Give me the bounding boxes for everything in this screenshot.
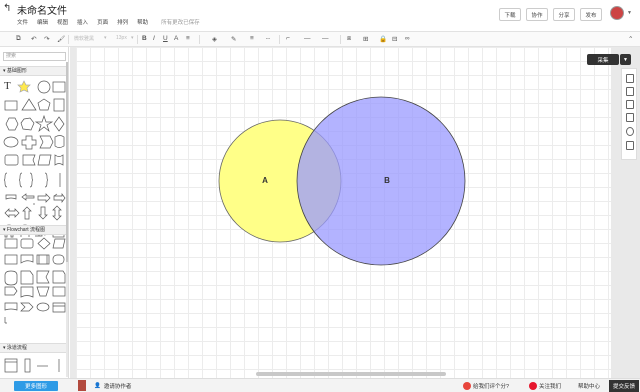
section-flowchart-title: Flowchart 流程图 <box>6 227 45 233</box>
lock-icon[interactable]: 🔒 <box>379 35 387 43</box>
align-icon[interactable]: ≡ <box>186 35 190 42</box>
bold-icon[interactable]: B <box>142 35 147 42</box>
section-flowchart-header[interactable]: ▾ Flowchart 流程图 <box>0 225 68 235</box>
swimlane-shapes-palette[interactable] <box>2 357 66 375</box>
menu-insert[interactable]: 插入 <box>77 18 88 26</box>
image-icon[interactable] <box>626 87 634 96</box>
download-button[interactable]: 下载 <box>499 8 521 21</box>
circle-b[interactable] <box>296 96 466 266</box>
font-family-select[interactable]: 微软雅黑 <box>74 35 94 42</box>
section-basic-title: 基础图形 <box>6 68 27 74</box>
line-end-icon[interactable]: — <box>322 35 329 42</box>
italic-icon[interactable]: I <box>153 35 155 42</box>
arrange-icon[interactable]: ⊞ <box>363 35 368 43</box>
sidebar-scrollbar[interactable] <box>66 62 68 377</box>
rate-link[interactable]: 给我们评个分? <box>463 382 509 390</box>
avatar[interactable] <box>610 6 624 20</box>
connector-style-icon[interactable]: ⌐ <box>286 35 290 42</box>
chrome-icon <box>463 382 471 390</box>
menu-arrange[interactable]: 排列 <box>117 18 128 26</box>
publish-button[interactable]: 发布 <box>580 8 602 21</box>
collaborate-button[interactable]: 协作 <box>526 8 548 21</box>
header: ↰ 未命名文件 文件 编辑 视图 插入 页面 排列 帮助 所有更改已保存 下载 … <box>0 0 640 30</box>
sidebar-scroll-thumb[interactable] <box>66 62 68 262</box>
drawing-page[interactable]: A B <box>76 47 611 378</box>
collect-button[interactable]: 采集 <box>587 54 619 65</box>
canvas-area[interactable]: A B <box>70 47 640 378</box>
format-painter-icon[interactable]: 🖌 <box>57 35 65 43</box>
format-panel-icon[interactable]: ⧉ <box>16 35 21 43</box>
chevron-down-icon[interactable]: ▼ <box>620 54 631 65</box>
flowchart-shapes-palette[interactable] <box>2 237 66 329</box>
menu-edit[interactable]: 编辑 <box>37 18 48 26</box>
more-shapes-button[interactable]: 更多图形 <box>14 381 58 391</box>
add-user-icon: 👤 <box>94 383 101 389</box>
undo-icon[interactable]: ↶ <box>31 35 36 43</box>
circle-b-label: B <box>384 176 390 185</box>
comment-icon[interactable] <box>626 141 634 150</box>
section-swimlane-title: 泳道流程 <box>6 345 27 351</box>
menu-file[interactable]: 文件 <box>17 18 28 26</box>
page-icon[interactable] <box>626 100 634 109</box>
shape-sidebar: 搜索 ▾ 基础图形 T ▾ Flowchart 流程图 ▾ 泳道流程 <box>0 47 69 378</box>
invite-collaborator-button[interactable]: 👤 邀请协作者 <box>94 382 131 390</box>
shape-search-input[interactable]: 搜索 <box>3 52 66 61</box>
follow-label: 关注我们 <box>539 384 562 390</box>
canvas-horizontal-scrollbar[interactable] <box>256 372 446 376</box>
share-button[interactable]: 分享 <box>553 8 575 21</box>
feedback-button[interactable]: 提交反馈 <box>609 380 639 392</box>
right-tool-panel <box>621 68 637 160</box>
invite-label: 邀请协作者 <box>103 384 132 390</box>
document-title[interactable]: 未命名文件 <box>17 2 67 17</box>
menu-help[interactable]: 帮助 <box>137 18 148 26</box>
menu-view[interactable]: 视图 <box>57 18 68 26</box>
redo-icon[interactable]: ↷ <box>44 35 49 43</box>
section-basic-header[interactable]: ▾ 基础图形 <box>0 66 68 76</box>
chevron-down-icon[interactable]: ▾ <box>104 35 107 41</box>
fill-color-icon[interactable]: ◈ <box>212 35 217 43</box>
follow-link[interactable]: 关注我们 <box>529 382 561 390</box>
history-icon[interactable] <box>626 127 634 136</box>
menu-page[interactable]: 页面 <box>97 18 108 26</box>
venn-diagram[interactable]: A B <box>76 47 611 378</box>
collect-label: 采集 <box>597 57 609 64</box>
link-icon[interactable]: ∞ <box>405 35 410 42</box>
book-icon[interactable] <box>78 380 86 391</box>
chevron-down-icon[interactable]: ▼ <box>627 10 632 16</box>
style-panel-icon[interactable] <box>626 74 634 83</box>
circle-a-label: A <box>262 176 268 185</box>
line-width-icon[interactable]: ≡ <box>250 35 254 42</box>
text-color-icon[interactable]: A <box>174 35 178 42</box>
menu-bar: 文件 编辑 视图 插入 页面 排列 帮助 所有更改已保存 <box>17 18 209 26</box>
back-arrow-icon[interactable]: ↰ <box>3 3 11 14</box>
data-icon[interactable] <box>626 113 634 122</box>
bottom-bar: 更多图形 👤 邀请协作者 给我们评个分? 关注我们 帮助中心 提交反馈 <box>0 378 640 392</box>
save-status: 所有更改已保存 <box>161 20 200 26</box>
svg-text:T: T <box>4 80 11 92</box>
line-style-icon[interactable]: ┄ <box>266 35 270 43</box>
group-icon[interactable]: ⧈ <box>347 35 351 43</box>
font-size-select[interactable]: 13px <box>116 35 127 41</box>
weibo-icon <box>529 382 537 390</box>
rate-label: 给我们评个分? <box>473 384 510 390</box>
chevron-down-icon[interactable]: ▾ <box>131 35 134 41</box>
insert-icon[interactable]: ⊟ <box>392 35 397 43</box>
collapse-icon[interactable]: ⌃ <box>628 35 633 43</box>
help-center-link[interactable]: 帮助中心 <box>578 382 600 390</box>
line-color-icon[interactable]: ✎ <box>231 35 236 43</box>
section-swimlane-header[interactable]: ▾ 泳道流程 <box>0 343 68 353</box>
toolbar: ⧉ ↶ ↷ 🖌 微软雅黑 ▾ 13px ▾ B I U A ≡ ◈ ✎ ≡ ┄ … <box>0 31 640 47</box>
underline-icon[interactable]: U <box>163 35 168 42</box>
line-start-icon[interactable]: — <box>304 35 311 42</box>
